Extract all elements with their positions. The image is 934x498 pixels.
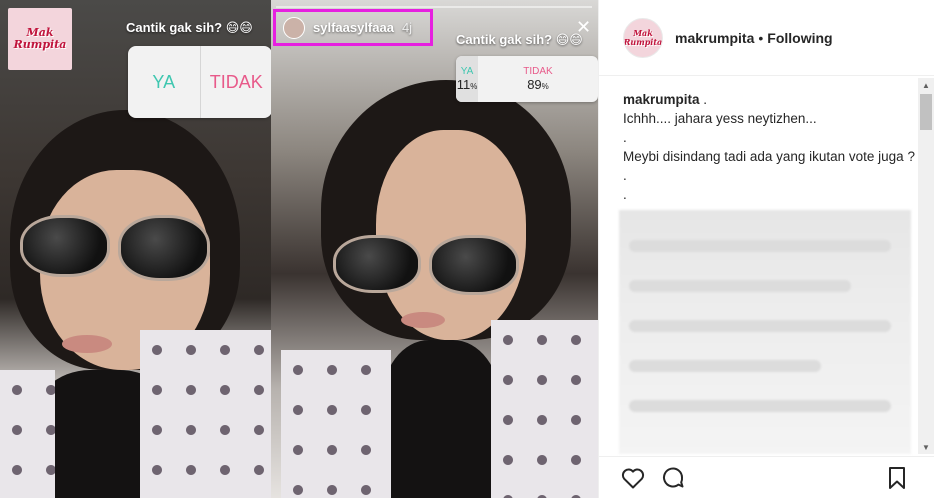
blurred-comments	[619, 210, 911, 454]
poll-result-ya: YA 11%	[456, 56, 478, 102]
scarf-shape	[281, 350, 391, 498]
scroll-thumb[interactable]	[920, 94, 932, 130]
scarf-shape	[0, 370, 55, 498]
scroll-down-icon[interactable]: ▼	[918, 440, 934, 454]
comment-icon[interactable]	[660, 465, 686, 491]
brand-logo: Mak Rumpita	[8, 8, 72, 70]
avatar[interactable]: Mak Rumpita	[623, 17, 663, 58]
lips-shape	[401, 312, 445, 328]
comments-scrollbar[interactable]: ▲ ▼	[918, 78, 934, 454]
post-sidebar: Mak Rumpita makrumpita • Following makru…	[598, 0, 934, 498]
caption-line: .	[623, 130, 627, 145]
avatar	[283, 16, 305, 39]
caption-line: .	[623, 187, 627, 202]
scarf-shape	[491, 320, 598, 498]
lips-shape	[62, 335, 112, 353]
post-header: Mak Rumpita makrumpita • Following	[599, 0, 934, 76]
poll-question-right: Cantik gak sih? 😄😄	[456, 32, 583, 47]
post-media[interactable]: Mak Rumpita Cantik gak sih? 😄😄 YA TIDAK …	[0, 0, 598, 498]
poll-option-tidak: TIDAK	[209, 71, 263, 92]
following-button[interactable]: Following	[767, 30, 832, 46]
turtleneck-shape	[381, 340, 501, 498]
scarf-shape	[140, 330, 271, 498]
sunglasses-shape	[20, 215, 210, 281]
poll-question-left: Cantik gak sih? 😄😄	[126, 20, 253, 35]
scroll-up-icon[interactable]: ▲	[918, 78, 934, 92]
sunglasses-shape	[333, 235, 519, 295]
story-username: sylfaasylfaaa	[313, 20, 394, 35]
post-actions	[598, 456, 934, 498]
poll-result-tidak: TIDAK 89%	[523, 66, 553, 92]
story-header-highlight: sylfaasylfaaa 4j	[273, 9, 433, 46]
caption-line: .	[623, 168, 627, 183]
story-time: 4j	[401, 20, 413, 35]
separator-dot: •	[758, 29, 764, 46]
poll-sticker-left: YA TIDAK	[128, 46, 272, 118]
poll-results: YA 11% TIDAK 89%	[456, 56, 598, 102]
caption-username-link[interactable]: makrumpita	[623, 92, 700, 107]
story-progress-bar	[276, 6, 592, 8]
bookmark-icon[interactable]	[884, 465, 910, 491]
poll-option-ya: YA	[128, 46, 201, 118]
caption-line: Ichhh.... jahara yess neytizhen...	[623, 111, 817, 126]
post-username-link[interactable]: makrumpita	[675, 30, 754, 46]
heart-icon[interactable]	[620, 465, 646, 491]
post-caption: makrumpita . Ichhh.... jahara yess neyti…	[623, 92, 915, 202]
caption-line: Meybi disindang tadi ada yang ikutan vot…	[623, 149, 915, 164]
